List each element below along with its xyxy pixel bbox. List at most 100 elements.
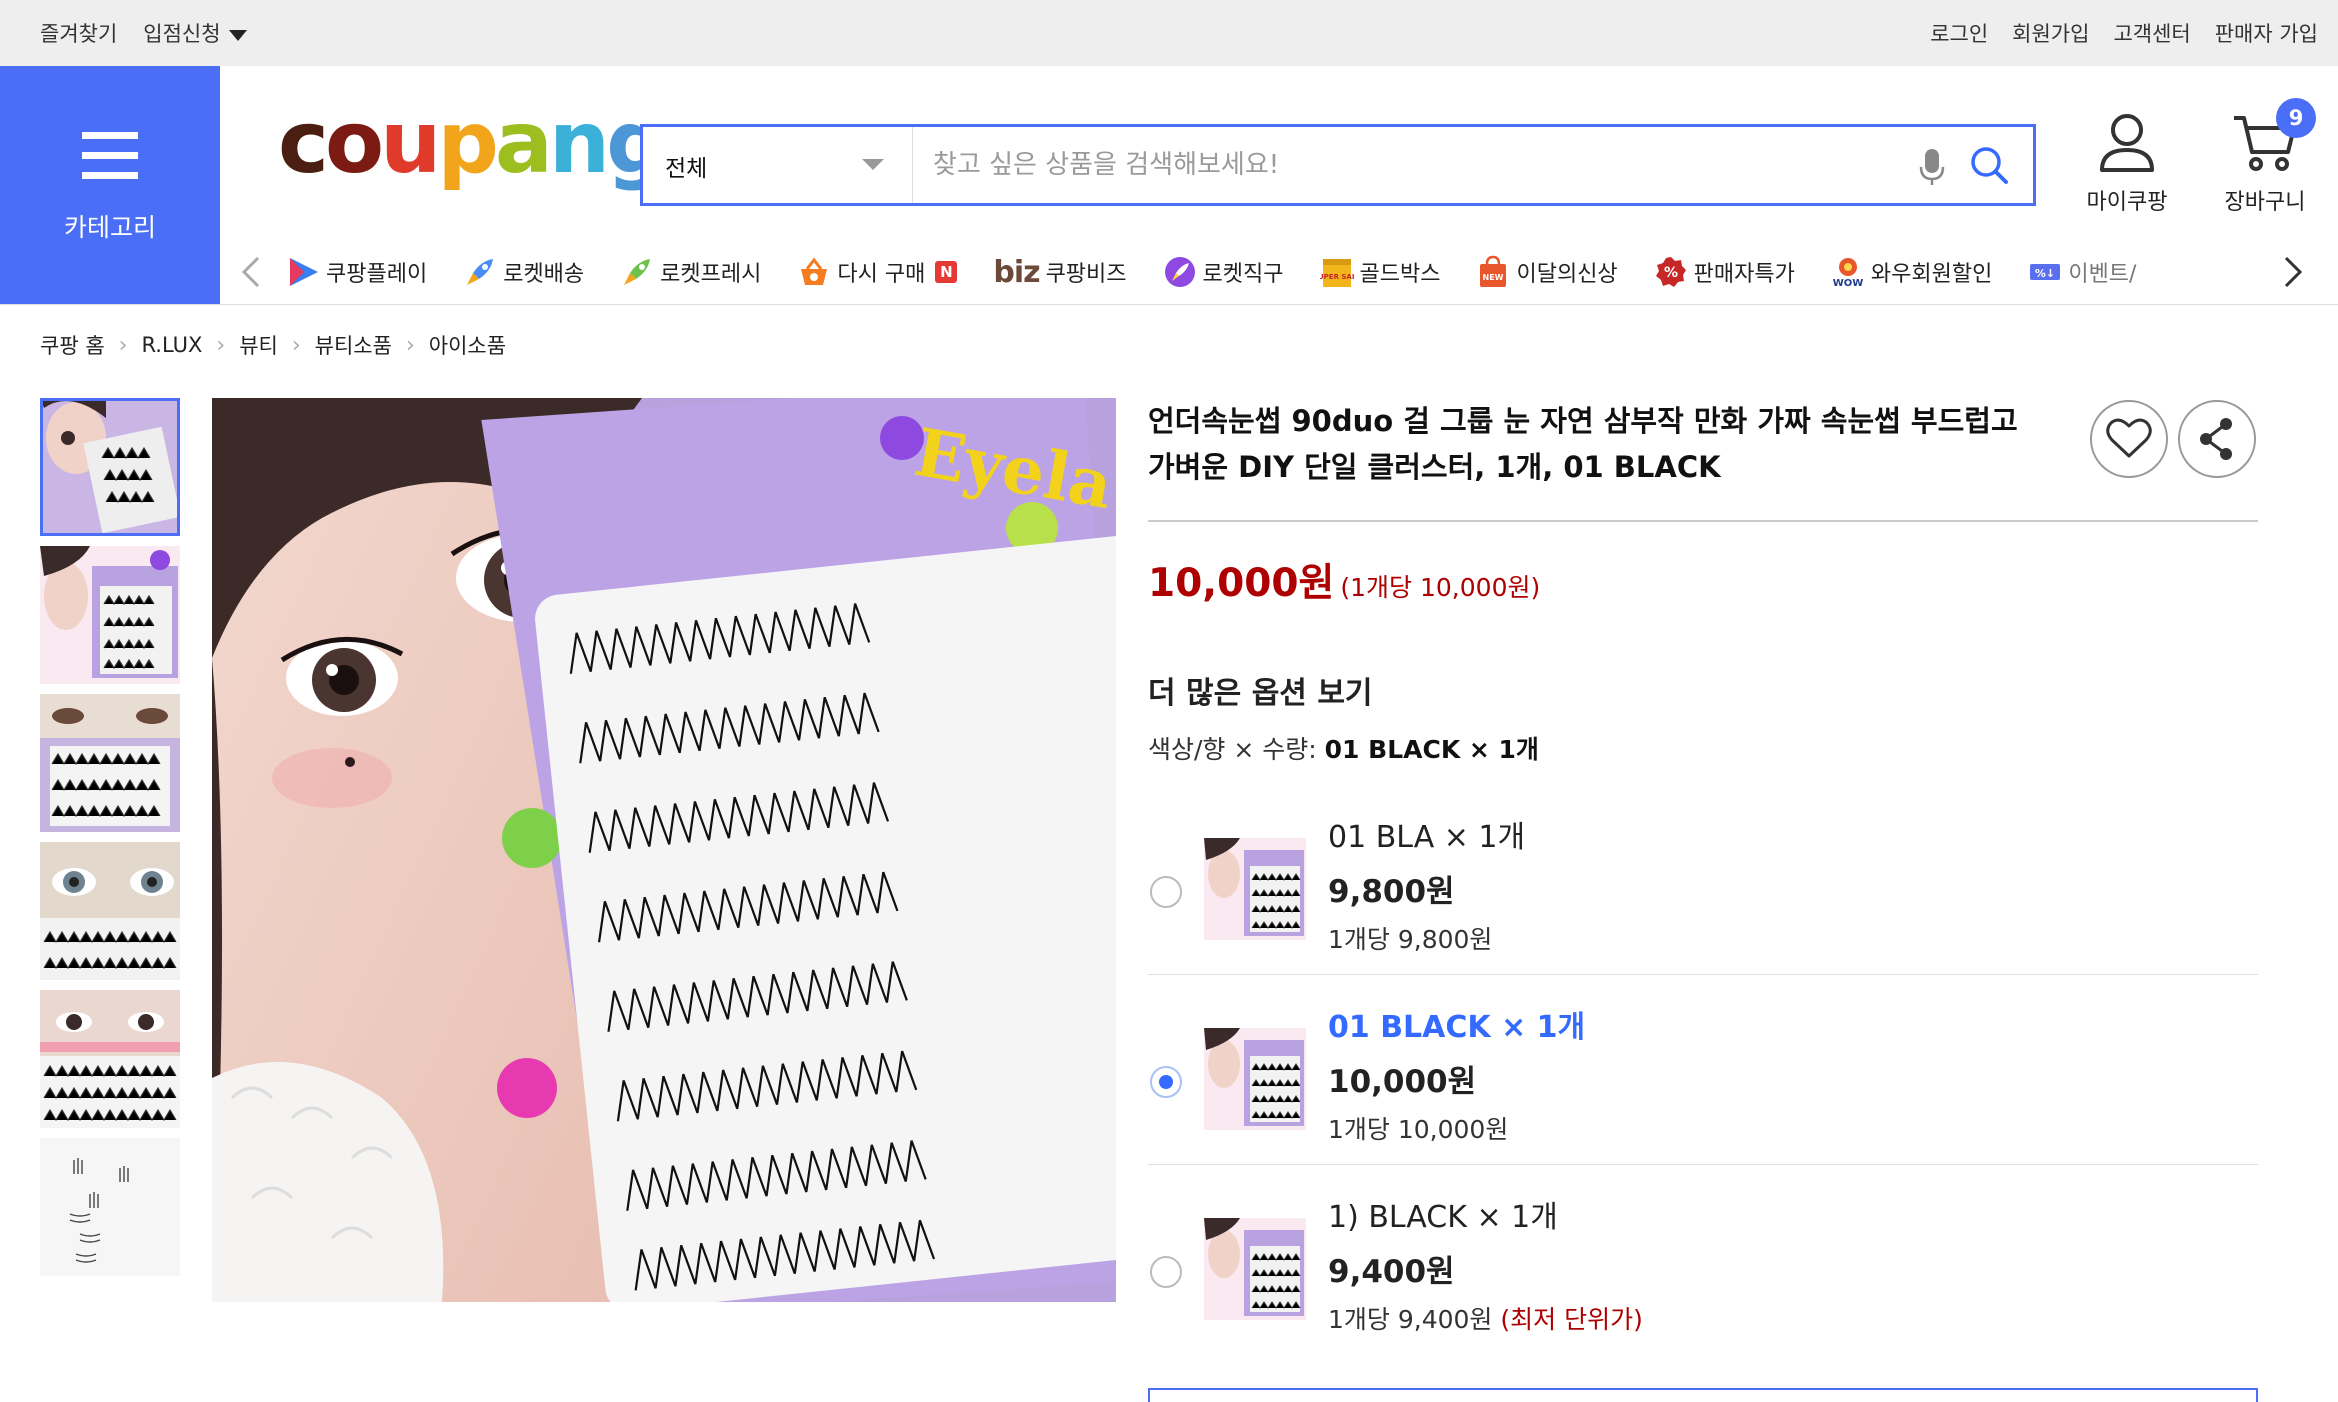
svg-text:%: % (1664, 265, 1678, 281)
chevron-right-icon: › (405, 332, 415, 358)
breadcrumb-item[interactable]: 쿠팡 홈 (40, 330, 105, 360)
option-divider (1148, 974, 2258, 975)
option-unit-price: 1개당 9,800원 (1328, 920, 1492, 956)
option-thumbnail (1204, 1218, 1306, 1320)
title-divider (1148, 520, 2258, 522)
option-radio[interactable] (1150, 876, 1182, 908)
breadcrumb-item[interactable]: 뷰티소품 (315, 330, 392, 360)
product-title: 언더속눈썹 90duo 걸 그룹 눈 자연 삼부작 만화 가짜 속눈썹 부드럽고… (1148, 404, 2018, 484)
my-coupang-label: 마이쿠팡 (2086, 190, 2168, 215)
nav-label: 다시 구매 (837, 262, 926, 287)
nav-events[interactable]: %↓ 이벤트/ (2028, 255, 2136, 289)
breadcrumb-item[interactable]: R.LUX (141, 333, 202, 357)
nav-label: 골드박스 (1359, 262, 1441, 287)
nav-rocket-fresh[interactable]: 로켓프레시 (620, 255, 761, 289)
option-summary: 색상/향 × 수량: 01 BLACK × 1개 (1148, 730, 1539, 766)
option-name: 01 BLACK × 1개 (1328, 1010, 1586, 1045)
bookmark-link[interactable]: 즐겨찾기 (40, 18, 117, 48)
nav-coupang-play[interactable]: 쿠팡플레이 (286, 255, 427, 289)
chevron-left-icon[interactable] (240, 254, 262, 294)
nav-label: 쿠팡비즈 (1045, 262, 1127, 287)
seller-apply-menu[interactable]: 입점신청 (143, 18, 247, 48)
option-price: 10,000원 (1328, 1064, 1477, 1100)
nav-coupang-biz[interactable]: biz 쿠팡비즈 (993, 255, 1126, 290)
biz-icon: biz (993, 254, 1040, 290)
nav-label: 이벤트/ (2068, 262, 2137, 287)
search-icon[interactable] (1969, 145, 2009, 189)
nav-gold-box[interactable]: SUPER SALE 골드박스 (1320, 255, 1441, 289)
nav-rebuy[interactable]: 다시 구매 N (797, 255, 958, 289)
share-button[interactable] (2178, 400, 2256, 478)
thumbnail-image[interactable] (40, 694, 180, 832)
product-main-image[interactable]: Eyela (212, 398, 1116, 1302)
customer-center-link[interactable]: 고객센터 (2113, 18, 2190, 48)
option-unit-value: 1개당 10,000원 (1328, 1115, 1509, 1144)
sale-price: 10,000원 (1148, 561, 1335, 606)
microphone-icon[interactable] (1919, 147, 1945, 191)
new-bag-icon-text: NEW (1483, 273, 1504, 282)
option-selected-value: 01 BLACK × 1개 (1324, 735, 1539, 764)
category-label: 카테고리 (63, 213, 156, 242)
search-bar: 전체 (640, 124, 2036, 206)
unit-price: (1개당 10,000원) (1340, 573, 1541, 602)
chevron-right-icon[interactable] (2282, 254, 2304, 294)
wishlist-button[interactable] (2090, 400, 2168, 478)
gold-box-icon-text: SUPER SALE (1320, 273, 1354, 281)
option-unit-price: 1개당 10,000원 (1328, 1110, 1508, 1146)
play-icon (290, 258, 318, 286)
rocket-fresh-icon (624, 259, 651, 285)
cart-button[interactable]: 장바구니 9 (2220, 98, 2316, 216)
option-unit-value: 1개당 9,400원 (1328, 1305, 1493, 1334)
seller-deal-icon: % (1655, 257, 1686, 287)
nav-label: 판매자특가 (1693, 262, 1795, 287)
nav-wow-discount[interactable]: WOW 와우회원할인 (1831, 255, 1992, 289)
new-bag-icon: NEW (1480, 255, 1507, 287)
chevron-right-icon: › (118, 332, 128, 358)
thumbnail-image[interactable] (40, 990, 180, 1128)
svg-text:%↓: %↓ (2035, 267, 2055, 280)
heart-icon (2106, 418, 2152, 458)
nav-seller-deal[interactable]: % 판매자특가 (1654, 255, 1795, 289)
option-price: 9,400원 (1328, 1254, 1455, 1290)
thumbnail-list (40, 398, 180, 1286)
login-link[interactable]: 로그인 (1930, 18, 1988, 48)
option-radio-selected[interactable] (1150, 1066, 1182, 1098)
coupang-logo[interactable]: coupang (278, 100, 668, 186)
search-category-select[interactable]: 전체 (643, 127, 913, 203)
new-badge: N (935, 261, 958, 283)
top-utility-bar: 즐겨찾기 입점신청 로그인 회원가입 고객센터 판매자 가입 (0, 0, 2338, 66)
sub-navigation: 쿠팡플레이 로켓배송 로켓프레시 다시 구매 N biz 쿠팡비즈 로켓직구 S… (220, 240, 2338, 304)
header-divider (0, 304, 2338, 305)
my-coupang-button[interactable]: 마이쿠팡 (2082, 112, 2172, 216)
thumbnail-image[interactable] (40, 398, 180, 536)
option-item[interactable]: 01 BLA × 1개 9,800원 1개당 9,800원 (1148, 812, 2258, 1000)
next-section-box (1148, 1388, 2258, 1402)
thumbnail-image[interactable] (40, 1138, 180, 1276)
nav-label: 로켓직구 (1202, 262, 1284, 287)
coupon-icon: %↓ (2030, 264, 2061, 280)
option-radio[interactable] (1150, 1256, 1182, 1288)
breadcrumb-item[interactable]: 아이소품 (429, 330, 506, 360)
search-input[interactable] (933, 145, 1893, 185)
nav-rocket-delivery[interactable]: 로켓배송 (463, 255, 584, 289)
share-icon (2200, 418, 2232, 460)
breadcrumb-item[interactable]: 뷰티 (239, 330, 278, 360)
nav-label: 로켓배송 (503, 262, 585, 287)
option-thumbnail (1204, 1028, 1306, 1130)
option-item[interactable]: 1) BLACK × 1개 9,400원 1개당 9,400원 (최저 단위가) (1148, 1192, 2258, 1380)
thumbnail-image[interactable] (40, 546, 180, 684)
rocket-global-icon (1164, 257, 1195, 287)
category-menu-button[interactable]: 카테고리 (0, 66, 220, 304)
hamburger-icon (82, 132, 138, 180)
signup-link[interactable]: 회원가입 (2012, 18, 2089, 48)
option-name: 01 BLA × 1개 (1328, 820, 1526, 855)
nav-rocket-global[interactable]: 로켓직구 (1163, 255, 1284, 289)
nav-label: 쿠팡플레이 (326, 262, 428, 287)
option-item[interactable]: 01 BLACK × 1개 10,000원 1개당 10,000원 (1148, 1002, 2258, 1190)
thumbnail-image[interactable] (40, 842, 180, 980)
lowest-unit-price-note: (최저 단위가) (1500, 1305, 1643, 1334)
price-block: 10,000원 (1개당 10,000원) (1148, 552, 1540, 608)
option-unit-value: 1개당 9,800원 (1328, 925, 1493, 954)
seller-signup-link[interactable]: 판매자 가입 (2215, 18, 2318, 48)
nav-new-arrivals[interactable]: NEW 이달의신상 (1476, 255, 1618, 289)
